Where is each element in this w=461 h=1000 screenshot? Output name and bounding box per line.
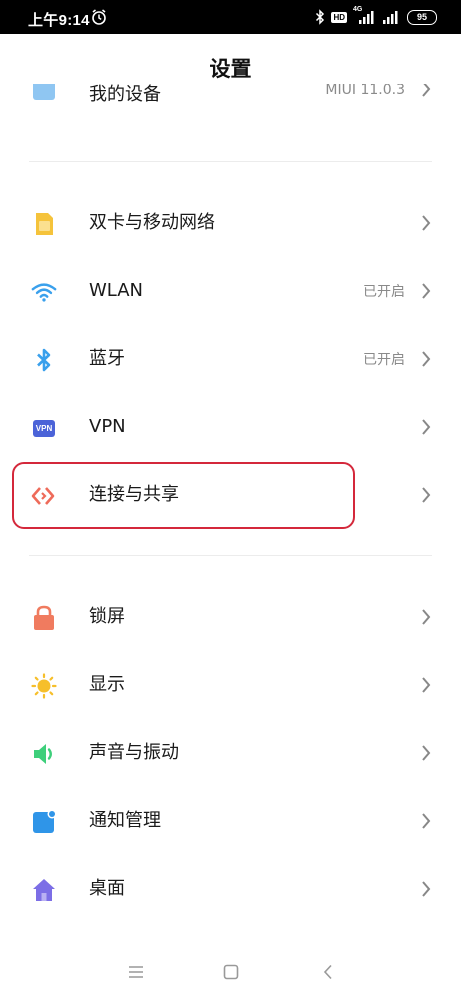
settings-item-label: 我的设备 bbox=[89, 84, 161, 105]
divider bbox=[29, 161, 432, 162]
settings-item-value: 已开启 bbox=[363, 284, 405, 300]
divider bbox=[29, 555, 432, 556]
chevron-right-icon bbox=[422, 283, 431, 299]
signal-icon bbox=[383, 11, 398, 24]
sim-card-icon bbox=[31, 211, 57, 237]
notification-icon bbox=[31, 809, 57, 835]
speaker-icon bbox=[31, 741, 57, 767]
chevron-right-icon bbox=[422, 813, 431, 829]
settings-item-display[interactable]: 显示 bbox=[0, 651, 461, 719]
lock-icon bbox=[31, 605, 57, 631]
settings-item-label: WLAN bbox=[89, 280, 144, 301]
battery-indicator: 95 bbox=[407, 9, 437, 25]
settings-item-desktop[interactable]: 桌面 bbox=[0, 855, 461, 923]
settings-item-my-device[interactable]: 我的设备 MIUI 11.0.3 bbox=[0, 84, 461, 126]
settings-item-bluetooth[interactable]: 蓝牙 已开启 bbox=[0, 325, 461, 393]
settings-item-value: 已开启 bbox=[363, 352, 405, 368]
settings-item-label: 通知管理 bbox=[89, 810, 161, 831]
chevron-right-icon bbox=[422, 609, 431, 625]
vpn-icon: VPN bbox=[31, 415, 57, 441]
navigation-bar bbox=[0, 944, 461, 1000]
square-home-icon bbox=[223, 964, 239, 980]
settings-item-notifications[interactable]: 通知管理 bbox=[0, 787, 461, 855]
chevron-right-icon bbox=[422, 677, 431, 693]
device-icon bbox=[33, 84, 55, 100]
menu-button[interactable] bbox=[124, 960, 148, 984]
status-bar: 上午9:14 HD 4G 95 bbox=[0, 0, 461, 34]
chevron-right-icon bbox=[422, 84, 431, 97]
alarm-icon bbox=[92, 9, 106, 25]
settings-item-value: MIUI 11.0.3 bbox=[325, 84, 405, 98]
settings-item-vpn[interactable]: VPN VPN bbox=[0, 393, 461, 461]
battery-level: 95 bbox=[416, 12, 427, 22]
chevron-right-icon bbox=[422, 419, 431, 435]
chevron-right-icon bbox=[422, 881, 431, 897]
hd-badge: HD bbox=[331, 11, 347, 23]
status-time: 上午9:14 bbox=[28, 12, 90, 29]
settings-item-label: VPN bbox=[89, 416, 126, 437]
chevron-right-icon bbox=[422, 215, 431, 231]
settings-item-label: 蓝牙 bbox=[89, 348, 125, 369]
bluetooth-status-icon bbox=[316, 9, 325, 25]
vpn-badge: VPN bbox=[32, 419, 56, 437]
chevron-right-icon bbox=[422, 351, 431, 367]
back-button[interactable] bbox=[316, 960, 340, 984]
sun-icon bbox=[31, 673, 57, 699]
settings-item-wlan[interactable]: WLAN 已开启 bbox=[0, 257, 461, 325]
settings-item-label: 桌面 bbox=[89, 878, 125, 899]
settings-item-label: 双卡与移动网络 bbox=[89, 212, 215, 233]
settings-item-label: 锁屏 bbox=[89, 606, 125, 627]
settings-item-label: 显示 bbox=[89, 674, 125, 695]
chevron-right-icon bbox=[422, 487, 431, 503]
bluetooth-icon bbox=[31, 347, 57, 373]
wifi-icon bbox=[31, 279, 57, 305]
signal-4g-icon: 4G bbox=[353, 6, 375, 25]
status-right-group: HD 4G 95 bbox=[315, 6, 437, 26]
home-button[interactable] bbox=[219, 960, 243, 984]
back-icon bbox=[323, 964, 332, 980]
settings-item-dual-sim[interactable]: 双卡与移动网络 bbox=[0, 189, 461, 257]
page-title: 设置 bbox=[209, 57, 252, 81]
settings-item-label: 声音与振动 bbox=[89, 742, 179, 763]
menu-icon bbox=[129, 966, 143, 978]
chevron-right-icon bbox=[422, 745, 431, 761]
settings-item-sound-vibration[interactable]: 声音与振动 bbox=[0, 719, 461, 787]
home-icon bbox=[31, 877, 57, 903]
settings-item-lock-screen[interactable]: 锁屏 bbox=[0, 583, 461, 651]
highlight-annotation-box bbox=[12, 462, 355, 529]
